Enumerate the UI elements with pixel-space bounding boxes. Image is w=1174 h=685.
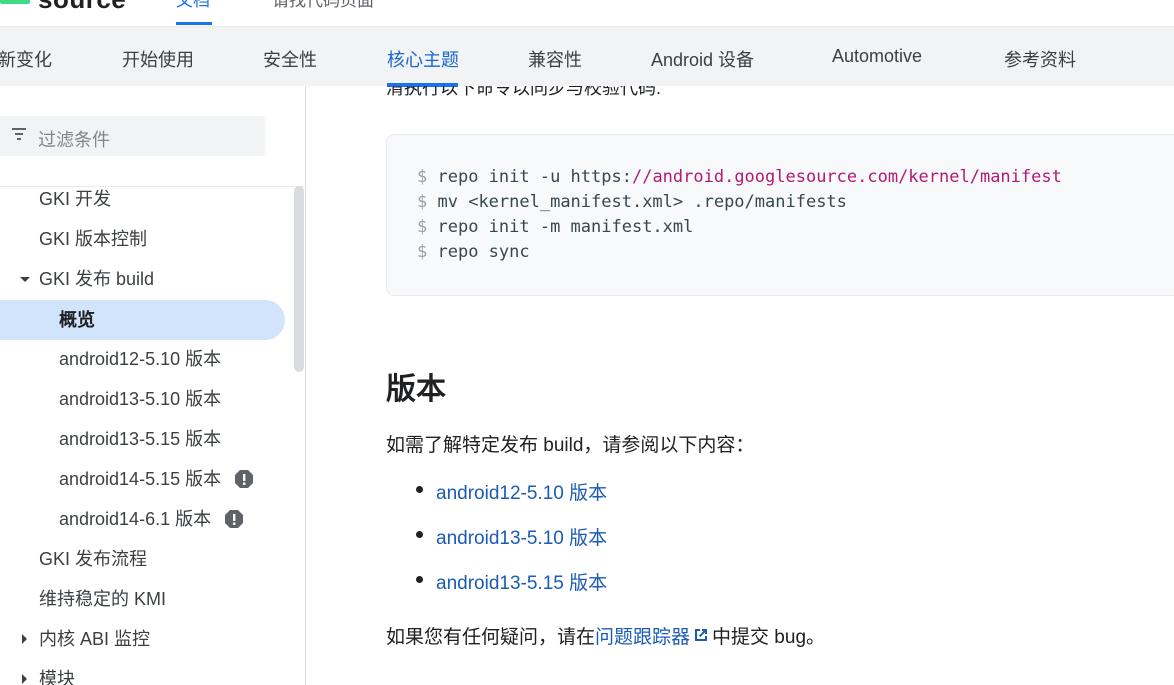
- subnav-item-core-topics[interactable]: 核心主题: [387, 46, 459, 72]
- sidebar-item-label: GKI 发布 build: [39, 269, 155, 289]
- filter-input[interactable]: 过滤条件: [0, 116, 265, 156]
- list-item: android13-5.10 版本: [386, 519, 786, 549]
- sidebar-item-label: 维持稳定的 KMI: [39, 589, 167, 609]
- subnav-item-security[interactable]: 安全性: [263, 46, 317, 72]
- code-prompt: $: [417, 217, 428, 237]
- issue-tracker-link[interactable]: 问题跟踪器: [595, 627, 690, 648]
- filter-placeholder: 过滤条件: [38, 130, 110, 150]
- code-command: repo sync: [437, 242, 530, 262]
- section-nav: 新变化 开始使用 安全性 核心主题 兼容性 Android 设备 Automot…: [0, 26, 1174, 87]
- sidebar-item-gki-development[interactable]: GKI 开发: [0, 179, 285, 219]
- footer-prefix: 如果您有任何疑问，请在: [386, 627, 596, 648]
- subnav-item-get-started[interactable]: 开始使用: [122, 46, 194, 72]
- clipped-paragraph: 清执行以下命令以同步与校验代码:: [386, 86, 661, 98]
- sidebar-item-label: GKI 发布流程: [39, 549, 148, 569]
- code-line: $ mv <kernel_manifest.xml> .repo/manifes…: [417, 192, 847, 212]
- sidebar-item-label: android13-5.10 版本: [59, 389, 222, 409]
- sidebar-item-label: android12-5.10 版本: [59, 349, 222, 369]
- intro-paragraph: 如需了解特定发布 build，请参阅以下内容：: [386, 435, 755, 456]
- sidebar-item-gki-release-build[interactable]: GKI 发布 build: [0, 259, 285, 299]
- sidebar-item-label: 内核 ABI 监控: [39, 629, 151, 649]
- sidebar-item-stable-kmi[interactable]: 维持稳定的 KMI: [0, 579, 285, 619]
- sidebar-item-label: GKI 版本控制: [39, 229, 148, 249]
- sidebar-item-android13-5-10[interactable]: android13-5.10 版本: [0, 379, 285, 419]
- top-tab-docs[interactable]: 文档: [176, 0, 210, 11]
- code-prompt: $: [417, 167, 428, 187]
- list-item: android12-5.10 版本: [386, 474, 786, 504]
- sidebar-scrollbar[interactable]: [294, 186, 304, 372]
- sidebar: 过滤条件 GKI 开发 GKI 版本控制 GKI 发布 build 概览 and…: [0, 86, 306, 685]
- sidebar-item-android14-6-1[interactable]: android14-6.1 版本: [0, 499, 285, 539]
- footer-paragraph: 如果您有任何疑问，请在问题跟踪器 中提交 bug。: [386, 622, 825, 649]
- code-command: repo init -u https:: [437, 167, 632, 187]
- sidebar-item-label: android14-6.1 版本: [59, 509, 212, 529]
- bullet-dot: [416, 576, 423, 583]
- sidebar-item-label: GKI 开发: [39, 189, 112, 209]
- release-link-android12-5-10[interactable]: android12-5.10 版本: [436, 478, 607, 505]
- code-line: $ repo init -u https://android.googlesou…: [417, 167, 1062, 187]
- sidebar-item-modules[interactable]: 模块: [0, 659, 285, 685]
- code-command: mv <kernel_manifest.xml> .repo/manifests: [437, 192, 847, 212]
- top-tab-active-indicator: [176, 22, 212, 25]
- sidebar-item-label: 概览: [59, 310, 95, 330]
- code-line: $ repo init -m manifest.xml: [417, 217, 693, 237]
- list-item: android13-5.15 版本: [386, 564, 786, 594]
- chevron-right-icon[interactable]: [22, 634, 27, 644]
- subnav-item-whats-new[interactable]: 新变化: [0, 46, 52, 72]
- footer-suffix: 中提交 bug。: [712, 627, 826, 648]
- sidebar-item-overview[interactable]: 概览: [0, 300, 285, 340]
- sidebar-item-gki-release-process[interactable]: GKI 发布流程: [0, 539, 285, 579]
- section-heading: 版本: [386, 373, 446, 406]
- main-content: 清执行以下命令以同步与校验代码: $ repo init -u https://…: [336, 86, 1174, 685]
- bullet-dot: [416, 486, 423, 493]
- chevron-down-icon[interactable]: [20, 277, 30, 282]
- sidebar-item-android13-5-15[interactable]: android13-5.15 版本: [0, 419, 285, 459]
- sidebar-item-gki-versioning[interactable]: GKI 版本控制: [0, 219, 285, 259]
- subnav-item-reference[interactable]: 参考资料: [1004, 46, 1076, 72]
- chevron-right-icon[interactable]: [22, 674, 27, 684]
- subnav-item-automotive[interactable]: Automotive: [832, 46, 922, 67]
- external-link-icon[interactable]: [692, 626, 710, 644]
- sidebar-item-android14-5-15[interactable]: android14-5.15 版本: [0, 459, 285, 499]
- code-block[interactable]: $ repo init -u https://android.googlesou…: [386, 134, 1174, 296]
- alert-octagon-icon: [225, 510, 243, 528]
- code-command: repo init -m manifest.xml: [437, 217, 694, 237]
- sidebar-item-label: 模块: [39, 669, 75, 685]
- site-logo-text[interactable]: source: [38, 0, 126, 15]
- sidebar-item-label: android13-5.15 版本: [59, 429, 222, 449]
- code-url: //android.googlesource.com/kernel/manife…: [631, 167, 1062, 187]
- android-logo-icon[interactable]: [0, 0, 30, 4]
- code-line: $ repo sync: [417, 242, 530, 262]
- alert-octagon-icon: [235, 470, 253, 488]
- subnav-item-android-devices[interactable]: Android 设备: [651, 46, 754, 72]
- top-header: source 文档 请找代码页面: [0, 0, 1174, 26]
- code-prompt: $: [417, 242, 428, 262]
- release-link-android13-5-10[interactable]: android13-5.10 版本: [436, 523, 607, 550]
- code-prompt: $: [417, 192, 428, 212]
- filter-icon: [12, 128, 28, 142]
- sidebar-item-kernel-abi-monitoring[interactable]: 内核 ABI 监控: [0, 619, 285, 659]
- release-link-android13-5-15[interactable]: android13-5.15 版本: [436, 568, 607, 595]
- top-tab-code[interactable]: 请找代码页面: [272, 0, 374, 11]
- sidebar-item-android12-5-10[interactable]: android12-5.10 版本: [0, 339, 285, 379]
- sidebar-item-label: android14-5.15 版本: [59, 469, 222, 489]
- bullet-dot: [416, 531, 423, 538]
- subnav-item-compatibility[interactable]: 兼容性: [528, 46, 582, 72]
